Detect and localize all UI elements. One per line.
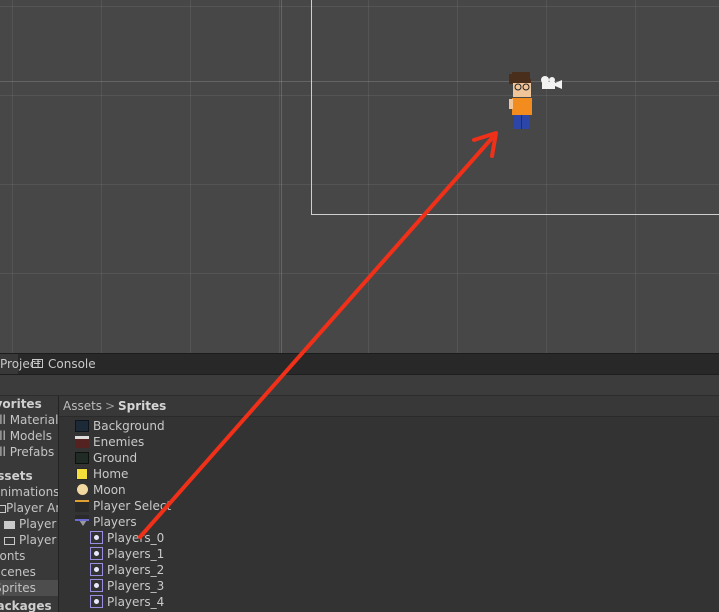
asset-row-players-2[interactable]: Players_2 — [90, 562, 164, 578]
asset-row-home[interactable]: Home — [76, 466, 128, 482]
console-icon — [32, 359, 43, 368]
home-thumbnail-icon — [76, 468, 88, 480]
tree-item-player-folder[interactable]: Player — [4, 516, 56, 532]
asset-row-player-select[interactable]: Player Select — [75, 498, 171, 514]
breadcrumb: Assets > Sprites — [59, 396, 719, 417]
tree-assets-header[interactable]: Assets — [0, 468, 33, 484]
asset-row-players-3[interactable]: Players_3 — [90, 578, 164, 594]
players-thumbnail-icon — [75, 515, 89, 521]
project-panel: Project Console Favorites All Materials … — [0, 353, 719, 612]
tab-console[interactable]: Console — [30, 354, 96, 374]
breadcrumb-separator: > — [105, 399, 116, 413]
tree-item-sprites[interactable]: Sprites — [0, 580, 58, 596]
tree-item-sprites-label: Sprites — [0, 581, 36, 595]
enemies-thumbnail-icon — [75, 436, 89, 448]
world-y-axis-line — [281, 0, 282, 353]
asset-row-players-4[interactable]: Players_4 — [90, 594, 164, 610]
breadcrumb-sprites[interactable]: Sprites — [118, 396, 166, 416]
sprite-icon — [90, 531, 103, 544]
panel-tab-bar: Project Console — [0, 354, 719, 375]
tree-item-animations[interactable]: Animations — [0, 484, 58, 500]
asset-row-background[interactable]: Background — [75, 418, 165, 434]
ground-thumbnail-icon — [75, 452, 89, 464]
tree-item-all-prefabs[interactable]: All Prefabs — [0, 444, 54, 460]
sprite-icon — [90, 579, 103, 592]
asset-row-players-1[interactable]: Players_1 — [90, 546, 164, 562]
player-select-thumbnail-icon — [75, 500, 89, 512]
asset-row-players-0[interactable]: Players_0 — [90, 530, 164, 546]
background-thumbnail-icon — [75, 420, 89, 432]
camera-gizmo-icon[interactable] — [537, 74, 563, 92]
tree-item-player-folder-2[interactable]: Player — [4, 532, 56, 548]
tab-project[interactable]: Project — [0, 354, 41, 374]
tree-item-fonts[interactable]: Fonts — [0, 548, 25, 564]
asset-row-moon[interactable]: Moon — [77, 482, 126, 498]
tree-packages-header[interactable]: Packages — [0, 598, 52, 612]
sprite-icon — [90, 563, 103, 576]
sprite-icon — [90, 595, 103, 608]
moon-thumbnail-icon — [77, 484, 88, 495]
project-asset-list[interactable]: Assets > Sprites Background Enemies Grou… — [59, 396, 719, 612]
scene-view[interactable] — [0, 0, 719, 353]
asset-row-players[interactable]: Players — [75, 514, 137, 530]
tab-console-label: Console — [48, 357, 96, 371]
tree-item-scenes[interactable]: Scenes — [0, 564, 36, 580]
tree-favorites-header[interactable]: Favorites — [0, 396, 42, 412]
sprite-icon — [90, 547, 103, 560]
tree-item-player-animations[interactable]: Player Animations — [0, 500, 58, 516]
breadcrumb-assets[interactable]: Assets — [63, 396, 102, 416]
folder-icon — [4, 520, 15, 529]
project-toolbar — [0, 375, 719, 396]
tree-item-all-materials[interactable]: All Materials — [0, 412, 58, 428]
project-folder-tree[interactable]: Favorites All Materials All Models All P… — [0, 396, 59, 612]
folder-icon — [4, 536, 15, 545]
tree-item-all-models[interactable]: All Models — [0, 428, 52, 444]
player-sprite[interactable] — [505, 70, 537, 132]
asset-row-enemies[interactable]: Enemies — [75, 434, 144, 450]
asset-row-ground[interactable]: Ground — [75, 450, 137, 466]
